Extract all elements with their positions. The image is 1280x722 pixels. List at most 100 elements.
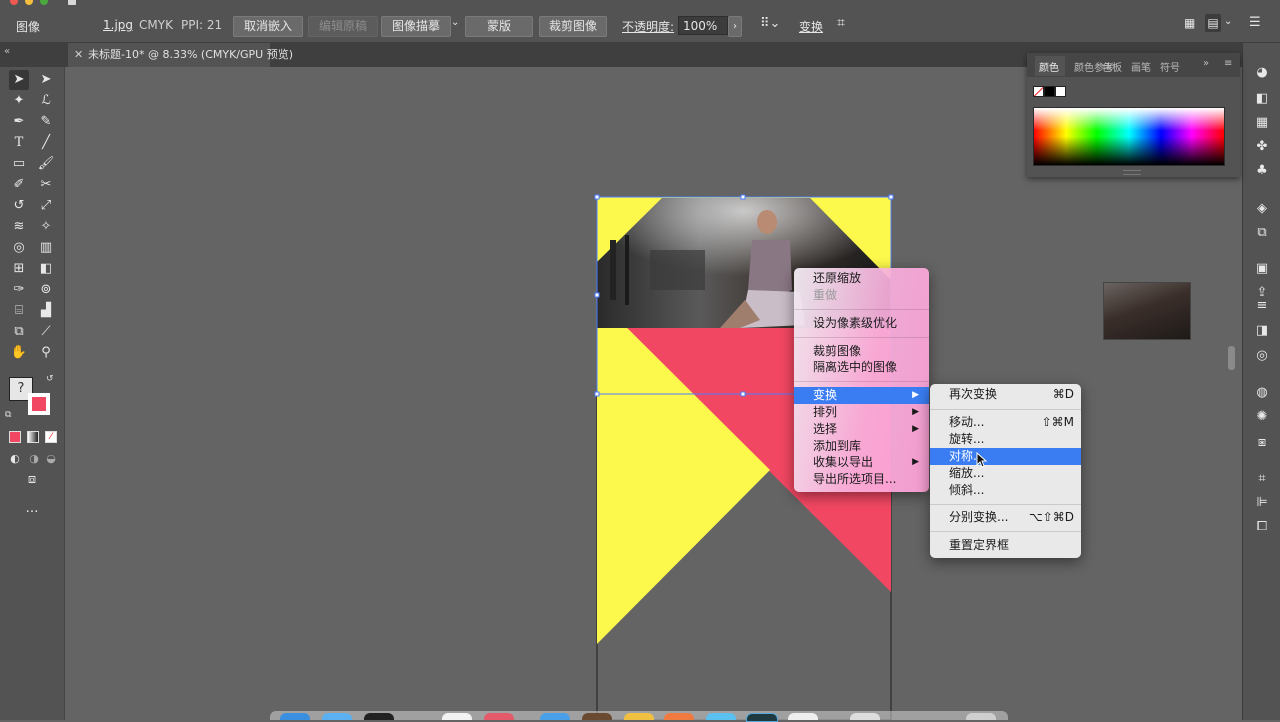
panel-layout-icon[interactable]: ▤ <box>1205 14 1221 32</box>
white-swatch[interactable] <box>1055 86 1066 97</box>
menu-item-collect-for-export[interactable]: 收集以导出 ▶ <box>794 454 929 471</box>
dock-app-icon[interactable] <box>280 713 310 720</box>
tab-color[interactable]: 颜色 <box>1039 59 1059 74</box>
image-trace-dropdown-icon[interactable]: ⌄ <box>451 17 459 28</box>
draw-normal-icon[interactable]: ◐ <box>5 449 25 469</box>
dock-app-icon[interactable] <box>364 713 394 720</box>
opacity-arrow-icon[interactable]: › <box>728 16 742 37</box>
menu-item-redo[interactable]: 重做 <box>794 287 929 304</box>
dock-app-icon[interactable] <box>322 713 352 720</box>
menu-item-transform[interactable]: 变换 ▶ <box>794 387 929 404</box>
appearance-panel-icon[interactable]: ◍ <box>1252 385 1272 401</box>
dock-app-icon[interactable] <box>706 713 736 720</box>
color-panel-icon[interactable]: ◕ <box>1252 65 1272 81</box>
direct-selection-tool-icon[interactable]: ➤ <box>36 70 56 90</box>
menu-item-pixel-optimize[interactable]: 设为像素级优化 <box>794 315 929 332</box>
menu-item-reset-bounding-box[interactable]: 重置定界框 <box>930 537 1081 554</box>
type-tool-icon[interactable]: T <box>9 133 29 153</box>
unembed-button[interactable]: 取消嵌入 <box>233 16 303 37</box>
edit-toolbar-icon[interactable]: … <box>22 499 42 519</box>
dock-app-icon[interactable] <box>540 713 570 720</box>
collapse-toolbar-icon[interactable]: « <box>4 46 10 57</box>
tab-symbols[interactable]: 符号 <box>1160 59 1180 74</box>
dock-app-icon[interactable] <box>850 713 880 720</box>
panel-menu-icon[interactable]: ≡ <box>1224 58 1232 69</box>
lasso-tool-icon[interactable]: ℒ <box>36 91 56 111</box>
close-tab-icon[interactable]: ✕ <box>74 43 83 67</box>
image-trace-button[interactable]: 图像描摹 <box>381 16 451 37</box>
color-mode-icon[interactable] <box>9 431 21 443</box>
edit-original-button[interactable]: 编辑原稿 <box>308 16 378 37</box>
layers-panel-icon[interactable]: ◈ <box>1252 201 1272 217</box>
pasteboard-image[interactable] <box>1103 282 1191 340</box>
width-tool-icon[interactable]: ≋ <box>9 217 29 237</box>
menu-item-rotate[interactable]: 旋转... <box>930 431 1081 448</box>
dock-app-icon[interactable] <box>484 713 514 720</box>
grid-layout-icon[interactable]: ▦ <box>1184 16 1195 30</box>
pathfinder-panel-icon[interactable]: ⧠ <box>1252 519 1272 535</box>
menu-item-reset-zoom[interactable]: 还原缩放 <box>794 270 929 287</box>
none-swatch[interactable] <box>1033 86 1044 97</box>
align-panel-icon[interactable]: ⊫ <box>1252 495 1272 511</box>
menu-item-crop-image[interactable]: 裁剪图像 <box>794 343 929 360</box>
shaper-tool-icon[interactable]: ✐ <box>9 175 29 195</box>
shape-builder-tool-icon[interactable]: ◎ <box>9 238 29 258</box>
menu-item-reflect[interactable]: 对称... <box>930 448 1081 465</box>
menu-item-add-to-library[interactable]: 添加到库 <box>794 438 929 455</box>
dock-app-icon[interactable] <box>746 713 778 722</box>
artboards-panel-icon[interactable]: ⧉ <box>1252 225 1272 241</box>
opacity-label[interactable]: 不透明度: <box>622 18 674 35</box>
line-tool-icon[interactable]: ╱ <box>36 133 56 153</box>
graphic-styles-icon[interactable]: ✺ <box>1252 409 1272 425</box>
slice-tool-icon[interactable]: ⟋ <box>36 322 56 342</box>
selection-tool-icon[interactable]: ➤ <box>9 70 29 90</box>
gradient-mode-icon[interactable] <box>27 431 39 443</box>
menu-item-transform-each[interactable]: 分别变换... ⌥⇧⌘D <box>930 509 1081 526</box>
tab-brushes[interactable]: 画笔 <box>1131 59 1151 74</box>
transparency-panel-icon[interactable]: ◎ <box>1252 348 1272 364</box>
menu-item-scale[interactable]: 缩放... <box>930 465 1081 482</box>
vertical-scrollbar[interactable] <box>1228 346 1235 370</box>
stroke-panel-icon[interactable]: ≡ <box>1252 298 1272 314</box>
perspective-grid-tool-icon[interactable]: ▥ <box>36 238 56 258</box>
none-mode-icon[interactable]: ⁄ <box>45 431 57 443</box>
document-tab[interactable]: ✕ 未标题-10* @ 8.33% (CMYK/GPU 预览) <box>68 43 293 67</box>
scissors-tool-icon[interactable]: ✂ <box>36 175 56 195</box>
menu-item-select[interactable]: 选择 ▶ <box>794 421 929 438</box>
dock-app-icon[interactable] <box>582 713 612 720</box>
dock-app-icon[interactable] <box>442 713 472 720</box>
symbols-panel-icon[interactable]: ♣ <box>1252 163 1272 179</box>
transform-link[interactable]: 变换 <box>799 18 823 35</box>
gradient-tool-icon[interactable]: ◧ <box>36 259 56 279</box>
tab-swatches[interactable]: 色板 <box>1102 59 1122 74</box>
swap-colors-icon[interactable]: ↺ <box>46 374 54 384</box>
stroke-swatch[interactable] <box>28 393 50 415</box>
screen-mode-icon[interactable]: ⧈ <box>22 470 42 490</box>
zoom-window-icon[interactable] <box>40 0 48 5</box>
swatches-panel-icon[interactable]: ▦ <box>1252 115 1272 131</box>
blend-tool-icon[interactable]: ⊚ <box>36 280 56 300</box>
dock-app-icon[interactable] <box>664 713 694 720</box>
magic-wand-tool-icon[interactable]: ✦ <box>9 91 29 111</box>
default-colors-icon[interactable]: ⧉ <box>5 410 11 420</box>
gradient-panel-icon[interactable]: ◨ <box>1252 323 1272 339</box>
dock-app-icon[interactable] <box>788 713 818 720</box>
opacity-field[interactable]: 100% <box>678 16 728 35</box>
pen-tool-icon[interactable]: ✒ <box>9 112 29 132</box>
dock-app-icon[interactable] <box>624 713 654 720</box>
menu-item-export-selection[interactable]: 导出所选项目... <box>794 471 929 488</box>
puppet-warp-tool-icon[interactable]: ✧ <box>36 217 56 237</box>
transform-panel-icon[interactable]: ⌗ <box>1252 471 1272 487</box>
minimize-window-icon[interactable] <box>25 0 33 5</box>
layout-dropdown-icon[interactable]: ⌄ <box>1224 16 1232 27</box>
rotate-tool-icon[interactable]: ↺ <box>9 196 29 216</box>
color-guide-icon[interactable]: ◧ <box>1252 91 1272 107</box>
brushes-panel-icon[interactable]: ✤ <box>1252 139 1272 155</box>
eyedropper-tool-icon[interactable]: ✑ <box>9 280 29 300</box>
more-menu-icon[interactable]: ☰ <box>1249 15 1261 30</box>
menu-item-arrange[interactable]: 排列 ▶ <box>794 404 929 421</box>
scale-tool-icon[interactable]: ⤢ <box>36 196 56 216</box>
isolate-icon[interactable]: ⌗ <box>837 15 845 31</box>
paintbrush-tool-icon[interactable]: 🖌 <box>36 154 56 174</box>
crop-image-button[interactable]: 裁剪图像 <box>539 16 607 37</box>
